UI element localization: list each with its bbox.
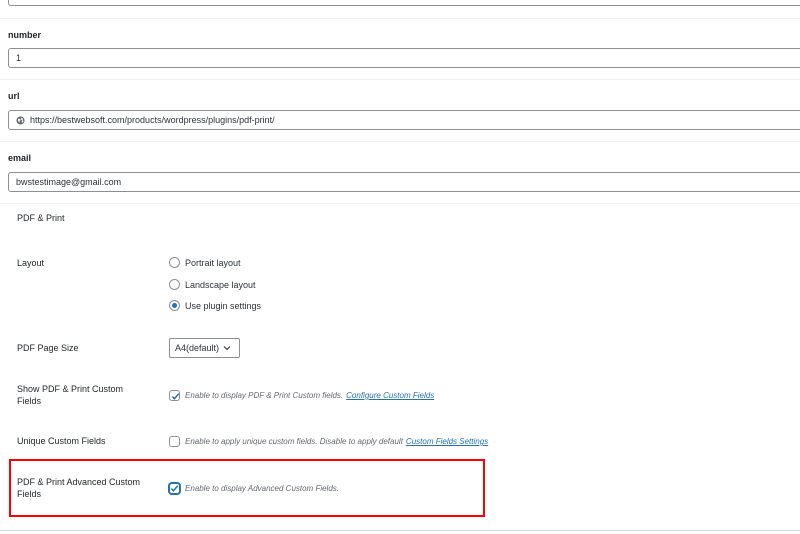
checkmark-icon: [171, 393, 180, 400]
radio-label: Portrait layout: [185, 257, 241, 268]
show-custom-fields-description: Enable to display PDF & Print Custom fie…: [185, 391, 344, 400]
radio-portrait-layout[interactable]: Portrait layout: [169, 257, 241, 268]
email-input[interactable]: bwstestimage@gmail.com: [8, 172, 800, 192]
show-custom-fields-checkbox[interactable]: [169, 390, 180, 401]
previous-field-input[interactable]: [8, 0, 800, 6]
section-title: PDF & Print: [17, 213, 65, 223]
radio-button[interactable]: [169, 257, 180, 268]
email-value: bwstestimage@gmail.com: [16, 177, 122, 187]
unique-custom-fields-label: Unique Custom Fields: [17, 436, 106, 446]
show-custom-fields-option: Enable to display PDF & Print Custom fie…: [169, 390, 434, 401]
number-label: number: [8, 30, 42, 40]
chevron-down-icon: [223, 346, 231, 351]
separator: [0, 141, 800, 142]
radio-landscape-layout[interactable]: Landscape layout: [169, 279, 256, 290]
layout-label: Layout: [17, 258, 45, 268]
number-value: 1: [16, 53, 22, 63]
unique-custom-fields-checkbox[interactable]: [169, 436, 180, 447]
separator: [0, 203, 800, 204]
radio-label: Landscape layout: [185, 279, 256, 290]
separator: [0, 79, 800, 80]
url-input[interactable]: https://bestwebsoft.com/products/wordpre…: [8, 110, 800, 130]
advanced-custom-fields-description: Enable to display Advanced Custom Fields…: [185, 484, 340, 493]
radio-button[interactable]: [169, 300, 180, 311]
unique-custom-fields-description: Enable to apply unique custom fields. Di…: [185, 437, 403, 446]
separator: [0, 18, 800, 19]
advanced-custom-fields-option: Enable to display Advanced Custom Fields…: [169, 483, 339, 494]
advanced-custom-fields-checkbox[interactable]: [169, 483, 180, 494]
custom-fields-settings-link[interactable]: Custom Fields Settings: [406, 437, 488, 446]
separator: [0, 530, 800, 531]
unique-custom-fields-option: Enable to apply unique custom fields. Di…: [169, 436, 488, 447]
show-custom-fields-label: Show PDF & Print Custom Fields: [17, 384, 124, 406]
radio-label: Use plugin settings: [185, 300, 262, 311]
page-size-select[interactable]: A4(default): [169, 338, 240, 358]
url-label: url: [8, 91, 20, 101]
globe-icon: [16, 115, 25, 125]
url-value: https://bestwebsoft.com/products/wordpre…: [30, 115, 275, 125]
email-label: email: [8, 153, 32, 163]
page-size-label: PDF Page Size: [17, 343, 79, 353]
configure-custom-fields-link[interactable]: Configure Custom Fields: [346, 391, 434, 400]
page-size-value: A4(default): [175, 343, 220, 353]
radio-button[interactable]: [169, 279, 180, 290]
advanced-custom-fields-label: PDF & Print Advanced Custom Fields: [17, 477, 141, 499]
checkmark-icon: [170, 485, 179, 492]
radio-use-plugin-settings[interactable]: Use plugin settings: [169, 300, 261, 311]
number-input[interactable]: 1: [8, 48, 800, 68]
